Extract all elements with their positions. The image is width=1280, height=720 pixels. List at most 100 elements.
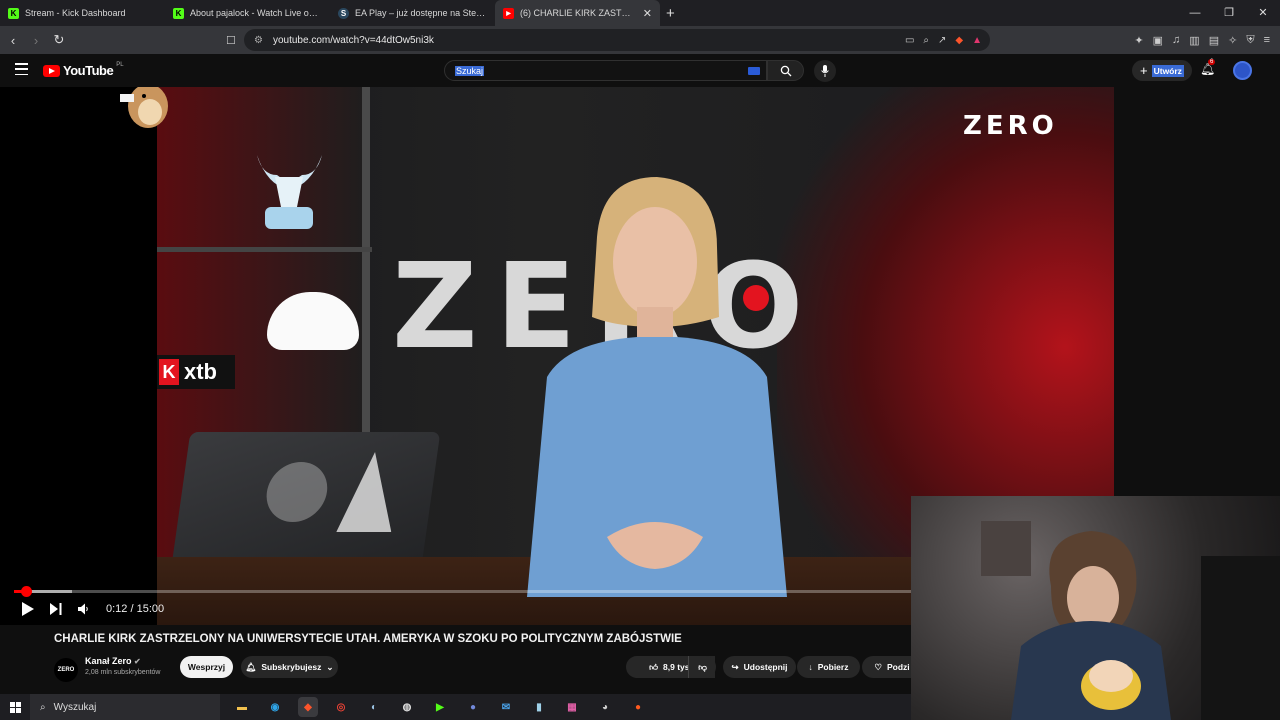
wallet-icon[interactable]: ▤ [1209, 34, 1219, 47]
search-button[interactable] [767, 60, 804, 81]
share-icon[interactable]: ↗ [938, 35, 946, 46]
bookmark-icon[interactable]: ☐ [226, 34, 236, 47]
search-input[interactable]: Szukaj [444, 60, 767, 81]
brave-rewards-icon[interactable]: ▲ [972, 35, 982, 46]
channel-name-text[interactable]: Kanał Zero [85, 656, 132, 666]
browser-tab[interactable]: K About pajalock - Watch Live on Kick [165, 0, 330, 26]
channel-avatar[interactable]: ZERO [54, 658, 78, 682]
youtube-logo[interactable]: YouTube PL [43, 61, 124, 78]
discord-icon[interactable]: ● [463, 697, 483, 717]
steam-icon[interactable]: ◐ [364, 697, 384, 717]
presenter [527, 177, 787, 597]
site-info-icon[interactable]: ⚙ [254, 35, 263, 46]
brave-icon[interactable]: ◆ [298, 697, 318, 717]
bull-trophy-icon [257, 155, 322, 229]
share-icon: ↪ [731, 661, 739, 672]
search-icon: ⌕ [40, 701, 46, 713]
download-button[interactable]: ↓ Pobierz [797, 656, 860, 678]
close-window-icon[interactable]: ✕ [1246, 0, 1280, 26]
next-icon[interactable] [50, 603, 62, 615]
browser-tab[interactable]: S EA Play – już dostępne na Steam [330, 0, 495, 26]
create-label: Utwórz [1151, 64, 1184, 77]
voice-search-button[interactable] [814, 60, 836, 82]
obs-icon[interactable]: ◍ [397, 697, 417, 717]
cast-icon[interactable]: ▭ [905, 35, 914, 46]
notifications-button[interactable]: 🔔︎ 6 [1200, 59, 1216, 76]
artemis-sticker [336, 452, 402, 532]
zero-channel-watermark: ZERO [963, 111, 1058, 141]
url-text[interactable]: youtube.com/watch?v=44dtOw5ni3k [273, 35, 434, 46]
sidebar-icon[interactable]: ▥ [1189, 34, 1199, 47]
verified-icon: ✔ [134, 657, 141, 666]
channel-name[interactable]: Kanał Zero ✔ [85, 656, 141, 666]
address-bar[interactable]: ☐ ⚙ youtube.com/watch?v=44dtOw5ni3k ▭ ⌕ … [226, 29, 990, 51]
store-icon[interactable]: ▦ [562, 697, 582, 717]
tab-title: (6) CHARLIE KIRK ZASTRZELONY [520, 8, 637, 18]
studio-shelf [157, 247, 372, 252]
share-label: Udostępnij [743, 662, 788, 672]
windows-logo-icon [9, 701, 21, 713]
reload-icon[interactable]: ↻ [49, 32, 69, 48]
steam-icon: S [338, 7, 349, 19]
share-button[interactable]: ↪ Udostępnij [723, 656, 796, 678]
search-placeholder: Szukaj [455, 65, 485, 76]
thumbs-down-icon: 👎︎ [698, 661, 707, 672]
download-icon: ↓ [808, 662, 813, 672]
volume-icon[interactable] [78, 603, 90, 615]
start-button[interactable] [0, 701, 30, 713]
notepad-icon[interactable]: ▮ [529, 697, 549, 717]
chevron-down-icon: ⌄ [326, 661, 334, 672]
minimize-icon[interactable]: — [1178, 0, 1212, 26]
toolbar-extensions: ✦ ▣ ♫ ▥ ▤ ✧ ⛨ ≡ [1134, 26, 1270, 54]
taskbar-search[interactable]: ⌕ Wyszukaj [30, 694, 220, 720]
player-controls: 0:12 / 15:00 [22, 598, 164, 620]
subscribed-label: Subskrybujesz [261, 662, 322, 672]
tab-title: Stream - Kick Dashboard [25, 8, 126, 18]
file-explorer-icon[interactable]: ▬ [232, 697, 252, 717]
music-icon[interactable]: ♫ [1172, 34, 1180, 46]
chrome-icon[interactable]: ◎ [331, 697, 351, 717]
new-tab-button[interactable]: + [666, 5, 675, 22]
create-button[interactable]: + Utwórz [1132, 60, 1192, 81]
play-icon[interactable] [22, 602, 34, 616]
subscribed-button[interactable]: 🔔︎ Subskrybujesz ⌄ [241, 656, 338, 678]
edge-icon[interactable]: ◉ [265, 697, 285, 717]
avatar[interactable] [1233, 61, 1252, 80]
mail-icon[interactable]: ✉ [496, 697, 516, 717]
tab-title: EA Play – już dostępne na Steam [355, 8, 487, 18]
xtb-k-icon: K [159, 359, 179, 385]
browser-tab[interactable]: K Stream - Kick Dashboard [0, 0, 165, 26]
vpn-icon[interactable]: ⛨ [1246, 34, 1254, 47]
ai-icon[interactable]: ✧ [1228, 34, 1237, 47]
keyboard-icon[interactable] [748, 67, 760, 75]
sponsor-text: xtb [184, 359, 217, 384]
time-separator: / [127, 603, 137, 615]
forward-icon[interactable]: › [26, 33, 46, 48]
youtube-icon: ▶ [503, 7, 514, 19]
browser-menu-icon[interactable]: ≡ [1264, 34, 1270, 46]
support-button[interactable]: Wesprzyj [180, 656, 233, 678]
restore-icon[interactable]: ❐ [1212, 0, 1246, 26]
dislike-button[interactable]: 👎︎ [688, 656, 716, 678]
media-player-icon[interactable]: ▶ [430, 697, 450, 717]
screenshot-icon[interactable]: ▣ [1153, 34, 1163, 47]
close-tab-icon[interactable]: ✕ [643, 7, 652, 20]
video-title: CHARLIE KIRK ZASTRZELONY NA UNIWERSYTECI… [54, 633, 682, 645]
microphone-icon [821, 65, 829, 77]
youtube-play-icon [43, 64, 60, 77]
brave-shield-icon[interactable]: ◆ [955, 35, 963, 46]
browser-tab-active[interactable]: ▶ (6) CHARLIE KIRK ZASTRZELONY ✕ [495, 0, 660, 26]
subscriber-count: 2,08 mln subskrybentów [85, 669, 161, 676]
game-icon[interactable]: ◕ [595, 697, 615, 717]
browser-tab-strip: K Stream - Kick Dashboard K About pajalo… [0, 0, 1280, 26]
region-code: PL [116, 61, 124, 68]
scrubber-handle[interactable] [20, 586, 32, 597]
hamster-sticker [116, 87, 176, 132]
back-icon[interactable]: ‹ [3, 33, 23, 48]
menu-icon[interactable] [15, 63, 28, 75]
app-icon[interactable]: ● [628, 697, 648, 717]
progress-bar[interactable] [14, 586, 911, 597]
zoom-icon[interactable]: ⌕ [923, 35, 929, 46]
channel-row: ZERO Kanał Zero ✔ 2,08 mln subskrybentów… [54, 654, 922, 682]
extensions-icon[interactable]: ✦ [1134, 34, 1143, 47]
